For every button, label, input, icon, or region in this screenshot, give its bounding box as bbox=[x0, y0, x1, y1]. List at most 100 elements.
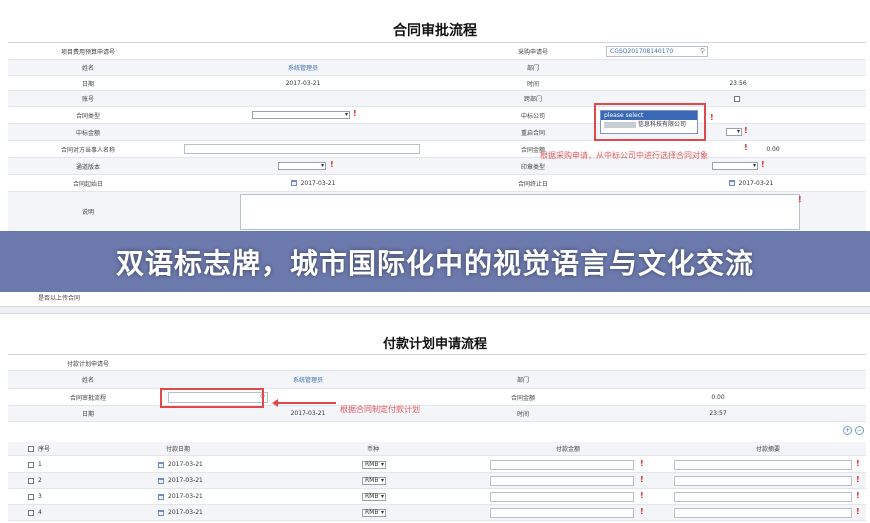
row-checkbox[interactable] bbox=[28, 493, 34, 500]
panel-divider bbox=[0, 306, 870, 314]
calendar-icon[interactable] bbox=[290, 180, 297, 186]
row-name: 姓名 系统管理员 部门 bbox=[8, 60, 866, 76]
required-mark: ! bbox=[744, 143, 748, 152]
row-checkbox[interactable] bbox=[28, 509, 34, 516]
chevron-down-icon: ▾ bbox=[380, 461, 384, 468]
required-mark: ! bbox=[353, 109, 357, 118]
summary-input[interactable] bbox=[674, 508, 852, 518]
remove-row-icon[interactable]: − bbox=[855, 426, 864, 435]
row-pay-name: 姓名 系统管理员 部门 bbox=[8, 371, 866, 389]
dept-label: 部门 bbox=[526, 65, 539, 72]
row-date: 2017-03-21 bbox=[168, 461, 203, 468]
summary-input[interactable] bbox=[674, 460, 852, 470]
pay-date-label: 日期 bbox=[81, 411, 94, 418]
name-label: 姓名 bbox=[81, 65, 94, 72]
contract-hint: 根据采购申请，从中标公司中进行选择合同对象 bbox=[540, 151, 708, 160]
amount-input[interactable] bbox=[490, 476, 634, 486]
chevron-down-icon: ▾ bbox=[380, 477, 384, 484]
add-row-icon[interactable]: + bbox=[843, 426, 852, 435]
end-label: 合同终止日 bbox=[517, 180, 548, 188]
row-counterparty: 合同对方当事人名称 合同金额 ! 0.00 bbox=[8, 141, 866, 158]
calendar-icon[interactable] bbox=[158, 509, 164, 516]
header-date: 付款日期 bbox=[165, 446, 190, 453]
counterparty-input[interactable] bbox=[184, 144, 420, 154]
pay-time-value: 23:57 bbox=[709, 410, 727, 417]
amount-input[interactable] bbox=[490, 460, 634, 470]
row-no: 1 bbox=[38, 461, 42, 468]
required-mark: ! bbox=[856, 459, 860, 468]
desc-label: 说明 bbox=[81, 209, 94, 216]
renew-select[interactable]: ▾ bbox=[726, 128, 742, 136]
bid-company-dropdown[interactable]: please select 信息科技有限公司 bbox=[600, 110, 698, 134]
redacted-block bbox=[604, 121, 636, 128]
payment-table-header: 序号 付款日期 币种 付款金额 付款摘要 bbox=[8, 442, 866, 456]
contract-title-rule bbox=[8, 42, 866, 43]
template-label: 通道版本 bbox=[75, 163, 100, 171]
row-currency: RMB bbox=[365, 509, 379, 516]
select-all-checkbox[interactable] bbox=[28, 445, 34, 452]
renew-label: 重启合同 bbox=[520, 129, 545, 137]
contract-amount-value: 0.00 bbox=[766, 145, 780, 153]
amount-input[interactable] bbox=[490, 492, 634, 502]
contract-flow-label: 合同审批流程 bbox=[69, 394, 106, 402]
payment-hint: 根据合同制定付款计划 bbox=[340, 405, 420, 414]
pay-name-value[interactable]: 系统管理员 bbox=[253, 371, 363, 388]
description-textarea[interactable] bbox=[240, 194, 800, 230]
required-mark: ! bbox=[798, 195, 802, 204]
summary-input[interactable] bbox=[674, 492, 852, 502]
start-label: 合同起始日 bbox=[72, 180, 103, 188]
row-bid-amount: 中标金额 重启合同 ▾ ! bbox=[8, 124, 866, 141]
chevron-down-icon: ▾ bbox=[752, 162, 756, 169]
currency-select[interactable]: RMB ▾ bbox=[362, 461, 386, 469]
amount-input[interactable] bbox=[490, 508, 634, 518]
dropdown-option-label: 信息科技有限公司 bbox=[638, 121, 687, 128]
row-type: 合同类型 ▾ ! 中标公司 bbox=[8, 107, 866, 124]
summary-input[interactable] bbox=[674, 476, 852, 486]
calendar-icon[interactable] bbox=[728, 180, 735, 186]
row-template: 通道版本 ▾ ! 印章类型 ▾ ! bbox=[8, 158, 866, 175]
row-no: 4 bbox=[38, 509, 42, 516]
contract-flow-highlight bbox=[160, 388, 264, 408]
dropdown-option-company[interactable]: 信息科技有限公司 bbox=[601, 120, 697, 129]
required-mark: ! bbox=[856, 491, 860, 500]
row-contract-flow: 合同审批流程 ⚲ 合同金额 0.00 bbox=[8, 389, 866, 406]
arrow-left-icon bbox=[272, 399, 278, 407]
purchase-no-value: CGSQ201708140170 bbox=[610, 48, 674, 55]
calendar-icon[interactable] bbox=[158, 461, 164, 468]
cross-dept-checkbox[interactable] bbox=[734, 96, 740, 102]
contract-type-select[interactable]: ▾ bbox=[252, 111, 350, 119]
table-row: 4 2017-03-21 RMB ▾!! bbox=[8, 505, 866, 521]
currency-select[interactable]: RMB ▾ bbox=[362, 477, 386, 485]
chevron-down-icon: ▾ bbox=[380, 493, 384, 500]
time-label: 时间 bbox=[526, 80, 539, 88]
dropdown-option-placeholder[interactable]: please select bbox=[601, 111, 697, 120]
contract-title: 合同审批流程 bbox=[393, 23, 477, 39]
chevron-down-icon: ▾ bbox=[380, 509, 384, 516]
purchase-no-input[interactable]: CGSQ201708140170 ⚲ bbox=[606, 46, 708, 57]
required-mark: ! bbox=[856, 475, 860, 484]
row-date: 2017-03-21 bbox=[168, 477, 203, 484]
table-row: 2 2017-03-21 RMB ▾!! bbox=[8, 473, 866, 489]
table-row: 1 2017-03-21 RMB ▾!! bbox=[8, 457, 866, 473]
required-mark: ! bbox=[640, 475, 644, 484]
template-select[interactable]: ▾ bbox=[278, 162, 326, 170]
row-upload: 是否以上传合同 bbox=[8, 292, 866, 302]
calendar-icon[interactable] bbox=[158, 477, 164, 484]
header-amount: 付款金额 bbox=[555, 446, 580, 453]
pay-contract-amount-label: 合同金额 bbox=[510, 394, 535, 402]
row-date: 2017-03-21 bbox=[168, 493, 203, 500]
currency-select[interactable]: RMB ▾ bbox=[362, 509, 386, 517]
counterparty-label: 合同对方当事人名称 bbox=[60, 146, 115, 154]
required-mark: ! bbox=[330, 160, 334, 169]
search-icon[interactable]: ⚲ bbox=[700, 47, 705, 55]
currency-select[interactable]: RMB ▾ bbox=[362, 493, 386, 501]
payment-title-rule bbox=[8, 354, 866, 355]
screenshot-root: 合同审批流程 项目费用预算申请号 采购申请号 CGSQ201708140170 … bbox=[0, 0, 870, 523]
required-mark: ! bbox=[761, 160, 765, 169]
row-start-end: 合同起始日 2017-03-21 合同终止日 2017-03-21 bbox=[8, 175, 866, 192]
row-checkbox[interactable] bbox=[28, 461, 34, 468]
seal-select[interactable]: ▾ bbox=[712, 162, 758, 170]
name-value[interactable]: 系统管理员 bbox=[248, 60, 358, 75]
calendar-icon[interactable] bbox=[158, 493, 164, 500]
row-checkbox[interactable] bbox=[28, 477, 34, 484]
